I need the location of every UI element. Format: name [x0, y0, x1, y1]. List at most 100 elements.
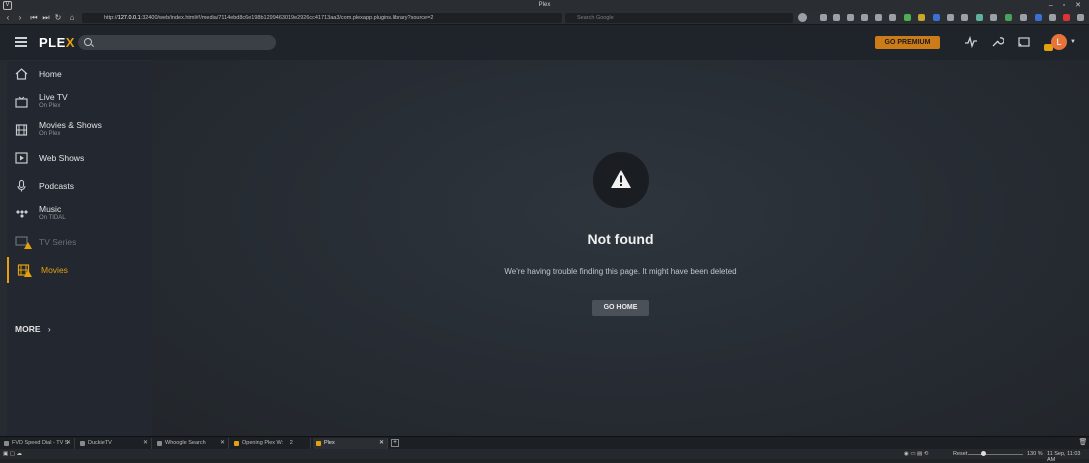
extension-icon[interactable]	[990, 14, 997, 21]
forward-icon[interactable]: ›	[15, 12, 25, 23]
go-home-button[interactable]: GO HOME	[592, 300, 649, 316]
tab-speed-dial[interactable]: FVD Speed Dial - TV S ✕	[1, 438, 75, 449]
extension-icon[interactable]	[875, 14, 882, 21]
zoom-level: 130 %	[1027, 451, 1043, 457]
sidebar-item-podcasts[interactable]: Podcasts	[7, 173, 152, 199]
search-field[interactable]: Search Google	[565, 13, 793, 23]
go-premium-button[interactable]: GO PREMIUM	[875, 36, 940, 49]
tab-plex[interactable]: Plex ✕	[313, 438, 388, 449]
window-title: Plex	[538, 2, 551, 8]
sidebar-item-label: Podcasts	[39, 181, 74, 191]
address-bar[interactable]: http://127.0.0.1:32400/web/index.html#!/…	[82, 13, 562, 23]
microphone-icon	[17, 180, 26, 192]
tab-stack-count: 2	[289, 440, 293, 446]
extension-icon[interactable]	[1049, 14, 1056, 21]
close-icon[interactable]: ✕	[379, 438, 384, 449]
tab-favicon-icon	[234, 441, 239, 446]
close-icon[interactable]: ✕	[143, 438, 148, 449]
extension-icon[interactable]	[947, 14, 954, 21]
tab-label: FVD Speed Dial - TV S	[12, 440, 69, 446]
sidebar-item-label: Live TV	[39, 92, 68, 102]
plex-sidebar: Home Live TV On Plex Movies & Shows On P…	[7, 61, 152, 436]
tab-label: Opening Plex W:	[242, 440, 284, 446]
plex-search-input[interactable]	[78, 35, 276, 50]
browser-tab-bar: FVD Speed Dial - TV S ✕ DuckieTV ✕ Whoog…	[0, 436, 1089, 449]
home-icon	[15, 68, 28, 80]
close-icon[interactable]: ✕	[220, 438, 225, 449]
zoom-slider-handle[interactable]	[981, 451, 986, 456]
tab-favicon-icon	[80, 441, 85, 446]
zoom-slider[interactable]	[968, 453, 1023, 455]
browser-status-bar: ▣ ▢ ☁ ◉ ▭ ▤ ⟲ Reset 130 % 11 Sep, 11:03 …	[0, 449, 1089, 463]
hamburger-menu-icon[interactable]	[15, 37, 27, 47]
window-controls[interactable]: ‒ ▫ ✕	[1049, 1, 1085, 9]
new-tab-button[interactable]: +	[391, 439, 399, 447]
sidebar-item-sublabel: On Plex	[39, 131, 61, 137]
sidebar-item-label: TV Series	[39, 237, 77, 247]
extension-icon[interactable]	[1035, 14, 1042, 21]
zoom-reset-button[interactable]: Reset	[953, 451, 967, 457]
browser-toolbar: ‹ › ⏮ ⏭ ↻ ⌂ http://127.0.0.1:32400/web/i…	[0, 11, 1089, 25]
close-icon[interactable]: ✕	[66, 438, 71, 449]
sidebar-item-movies[interactable]: Movies	[7, 257, 152, 283]
extension-icon[interactable]	[1020, 14, 1027, 21]
sidebar-item-label: Music	[39, 204, 62, 214]
plex-top-bar: PLEX GO PREMIUM L ▼	[0, 26, 1089, 60]
extension-icon[interactable]	[861, 14, 868, 21]
panel-toggle-icon[interactable]: ▣ ▢ ☁	[3, 451, 22, 457]
error-badge	[593, 152, 649, 208]
extension-icon[interactable]	[889, 14, 896, 21]
extension-icon[interactable]	[933, 14, 940, 21]
tab-favicon-icon	[4, 441, 9, 446]
more-button[interactable]: MORE ›	[15, 324, 51, 334]
plex-logo[interactable]: PLEX	[39, 35, 75, 50]
status-icons[interactable]: ◉ ▭ ▤ ⟲	[904, 451, 928, 457]
play-icon	[15, 152, 28, 164]
tab-label: Plex	[324, 440, 335, 446]
warning-icon	[24, 270, 32, 277]
sidebar-item-music[interactable]: Music On TIDAL	[7, 201, 152, 227]
extension-icon[interactable]	[904, 14, 911, 21]
cast-icon[interactable]	[1017, 35, 1031, 49]
trash-icon[interactable]: 🗑	[1078, 437, 1088, 448]
tidal-icon	[16, 210, 28, 218]
sidebar-item-sublabel: On Plex	[39, 103, 61, 109]
extension-icon[interactable]	[847, 14, 854, 21]
tab-duckietv[interactable]: DuckieTV ✕	[77, 438, 152, 449]
extension-icon[interactable]	[1005, 14, 1012, 21]
back-icon[interactable]: ‹	[3, 12, 13, 23]
sidebar-item-tv-series[interactable]: TV Series	[7, 229, 152, 255]
search-icon	[157, 441, 162, 446]
sidebar-item-label: Home	[39, 69, 62, 79]
extension-icon[interactable]	[1063, 14, 1070, 21]
activity-icon[interactable]	[964, 35, 978, 49]
settings-wrench-icon[interactable]	[990, 35, 1005, 49]
tab-whoogle[interactable]: Whoogle Search ✕	[154, 438, 229, 449]
chevron-right-icon: ›	[47, 324, 51, 334]
reload-icon[interactable]: ↻	[53, 12, 63, 23]
sidebar-item-web-shows[interactable]: Web Shows	[7, 145, 152, 171]
extension-icon[interactable]	[976, 14, 983, 21]
home-icon[interactable]: ⌂	[67, 12, 77, 23]
profile-icon[interactable]	[798, 13, 807, 22]
extension-icon[interactable]	[918, 14, 925, 21]
extension-icon[interactable]	[833, 14, 840, 21]
sidebar-item-home[interactable]: Home	[7, 61, 152, 87]
extension-icon[interactable]	[961, 14, 968, 21]
sidebar-item-label: Movies	[41, 265, 68, 275]
tab-opening-plex[interactable]: Opening Plex W: 2	[231, 438, 311, 449]
user-avatar[interactable]: L	[1051, 34, 1067, 50]
search-placeholder: Search Google	[577, 15, 614, 21]
sidebar-item-live-tv[interactable]: Live TV On Plex	[7, 89, 152, 115]
menu-icon[interactable]	[1077, 14, 1084, 21]
chevron-down-icon[interactable]: ▼	[1070, 39, 1076, 45]
rewind-icon[interactable]: ⏮	[29, 12, 39, 23]
fast-forward-icon[interactable]: ⏭	[41, 12, 51, 23]
url-host: 127.0.0.1	[117, 15, 141, 21]
extension-icon[interactable]	[820, 14, 827, 21]
search-icon	[84, 38, 92, 46]
sidebar-item-movies-shows[interactable]: Movies & Shows On Plex	[7, 117, 152, 143]
window-title-bar: V Plex ‒ ▫ ✕	[0, 0, 1089, 11]
film-icon	[15, 124, 28, 136]
tab-label: DuckieTV	[88, 440, 112, 446]
